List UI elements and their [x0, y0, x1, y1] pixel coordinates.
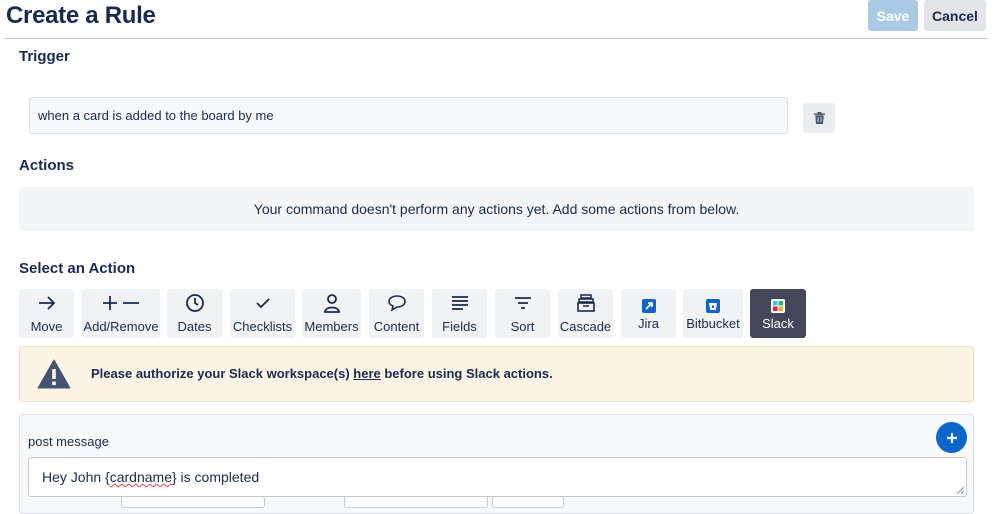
trash-icon: [813, 112, 825, 124]
trigger-heading: Trigger: [19, 48, 70, 65]
warning-text-start: Please authorize your Slack workspace(s): [91, 366, 354, 381]
check-icon: [255, 291, 271, 315]
jira-icon: [641, 297, 656, 315]
action-label: Cascade: [559, 319, 612, 334]
action-label: Fields: [442, 319, 477, 334]
resize-handle-icon[interactable]: [956, 486, 964, 494]
warning-message: Please authorize your Slack workspace(s)…: [91, 366, 553, 381]
action-move-button[interactable]: Move: [19, 289, 74, 338]
action-label: Move: [30, 319, 63, 334]
plus-minus-icon: [102, 291, 140, 315]
archive-box-icon: [576, 291, 595, 315]
authorize-here-link[interactable]: here: [353, 366, 380, 381]
message-placeholder-word: cardname: [109, 469, 172, 485]
cancel-button[interactable]: Cancel: [924, 0, 986, 31]
action-label: Members: [304, 319, 359, 334]
add-action-button[interactable]: [936, 422, 967, 453]
action-label: Jira: [638, 315, 659, 331]
action-label: Checklists: [232, 319, 293, 334]
arrow-right-icon: [37, 291, 57, 315]
option-field[interactable]: [492, 496, 564, 508]
page-title: Create a Rule: [6, 2, 156, 29]
action-dates-button[interactable]: Dates: [167, 289, 222, 338]
person-icon: [323, 291, 341, 315]
option-field[interactable]: [344, 496, 488, 508]
action-label: Sort: [510, 319, 535, 334]
empty-actions-text: Your command doesn't perform any actions…: [253, 201, 740, 217]
save-button[interactable]: Save: [868, 0, 918, 31]
speech-bubble-icon: [387, 291, 407, 315]
action-label: Content: [373, 319, 420, 334]
message-text-end: } is completed: [171, 469, 260, 485]
warning-text-end: before using Slack actions.: [380, 366, 553, 381]
action-bitbucket-button[interactable]: Bitbucket: [683, 289, 743, 338]
trigger-text: when a card is added to the board by me: [38, 108, 274, 123]
actions-heading: Actions: [19, 157, 75, 174]
lines-icon: [451, 291, 469, 315]
action-checklists-button[interactable]: Checklists: [230, 289, 295, 338]
action-cascade-button[interactable]: Cascade: [558, 289, 613, 338]
action-label: Add/Remove: [83, 319, 159, 334]
message-text-start: Hey John {: [42, 469, 110, 485]
action-content-button[interactable]: Content: [369, 289, 424, 338]
select-action-heading: Select an Action: [19, 260, 136, 277]
sort-icon: [514, 291, 532, 315]
bitbucket-icon: [706, 297, 720, 315]
plus-icon: [946, 432, 957, 443]
action-label: Slack: [762, 315, 794, 331]
clock-icon: [185, 291, 205, 315]
post-message-label: post message: [28, 434, 109, 449]
delete-trigger-button[interactable]: [803, 103, 835, 133]
action-jira-button[interactable]: Jira: [621, 289, 676, 338]
option-field[interactable]: [121, 496, 265, 508]
action-members-button[interactable]: Members: [302, 289, 361, 338]
warning-triangle-icon: [37, 359, 71, 394]
action-label: Bitbucket: [686, 315, 740, 331]
slack-icon: [771, 297, 785, 315]
action-slack-button[interactable]: Slack: [750, 289, 806, 338]
action-sort-button[interactable]: Sort: [495, 289, 550, 338]
action-fields-button[interactable]: Fields: [432, 289, 487, 338]
header-divider: [4, 38, 988, 39]
action-add-remove-button[interactable]: Add/Remove: [82, 289, 160, 338]
message-input[interactable]: Hey John {cardname} is completed: [28, 457, 967, 497]
empty-actions-message: Your command doesn't perform any actions…: [19, 187, 974, 231]
action-label: Dates: [177, 319, 212, 334]
slack-auth-warning: Please authorize your Slack workspace(s)…: [19, 346, 974, 402]
trigger-field[interactable]: when a card is added to the board by me: [29, 97, 788, 134]
